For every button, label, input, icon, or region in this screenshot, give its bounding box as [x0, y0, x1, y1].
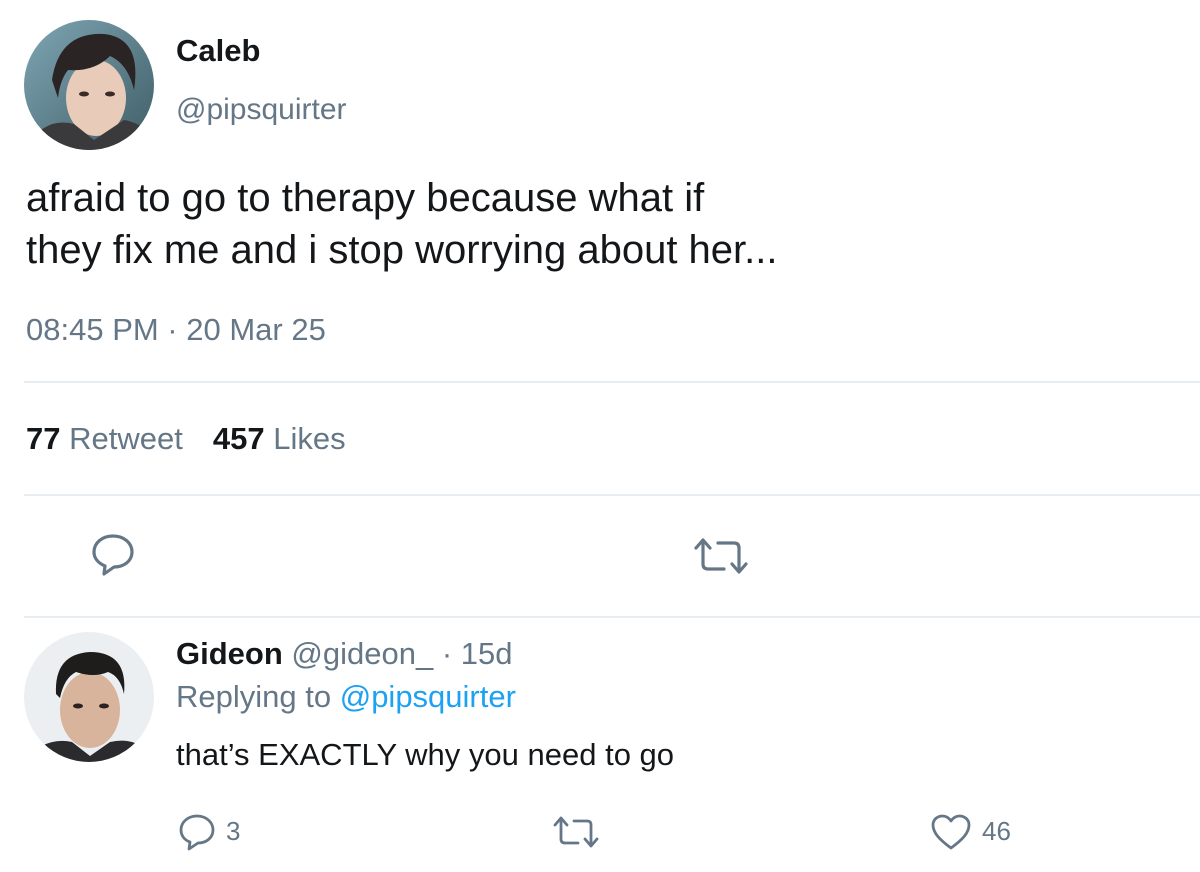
retweet-label[interactable]: Retweet	[69, 421, 183, 456]
author-handle[interactable]: @pipsquirter	[176, 90, 347, 130]
replying-mention[interactable]: @pipsquirter	[340, 679, 516, 714]
reply-author-name[interactable]: Gideon	[176, 636, 283, 671]
tweet-text: afraid to go to therapy because what if …	[26, 172, 1176, 276]
tweet-timestamp[interactable]: 08:45 PM · 20 Mar 25	[26, 310, 326, 350]
likes-label[interactable]: Likes	[273, 421, 345, 456]
reply-like-icon[interactable]	[930, 813, 972, 851]
reply-comment-icon[interactable]	[178, 813, 216, 851]
reply-comment-count: 3	[226, 816, 241, 846]
author-name[interactable]: Caleb	[176, 31, 260, 71]
divider	[24, 616, 1200, 618]
reply-separator: ·	[433, 636, 461, 671]
reply-like-count: 46	[982, 816, 1011, 846]
avatar-caleb[interactable]	[24, 20, 154, 150]
reply-retweet-icon[interactable]	[552, 815, 600, 849]
tweet-text-line-2: they fix me and i stop worrying about he…	[26, 228, 778, 272]
tweet-text-line-1: afraid to go to therapy because what if	[26, 176, 705, 220]
reply-icon[interactable]	[90, 532, 136, 578]
tweet-stats: 77 Retweet 457 Likes	[26, 418, 346, 460]
reply-header: Gideon @gideon_ · 15d	[176, 634, 513, 674]
avatar-gideon[interactable]	[24, 632, 154, 762]
reply-age[interactable]: 15d	[461, 636, 513, 671]
like-count[interactable]: 457	[213, 421, 265, 456]
reply-text: that’s EXACTLY why you need to go	[176, 737, 675, 772]
replying-to: Replying to @pipsquirter	[176, 677, 516, 717]
divider	[24, 494, 1200, 496]
retweet-icon[interactable]	[692, 536, 750, 576]
divider	[24, 381, 1200, 383]
reply-author-handle[interactable]: @gideon_	[291, 636, 433, 671]
retweet-count[interactable]: 77	[26, 421, 60, 456]
replying-prefix: Replying to	[176, 679, 340, 714]
